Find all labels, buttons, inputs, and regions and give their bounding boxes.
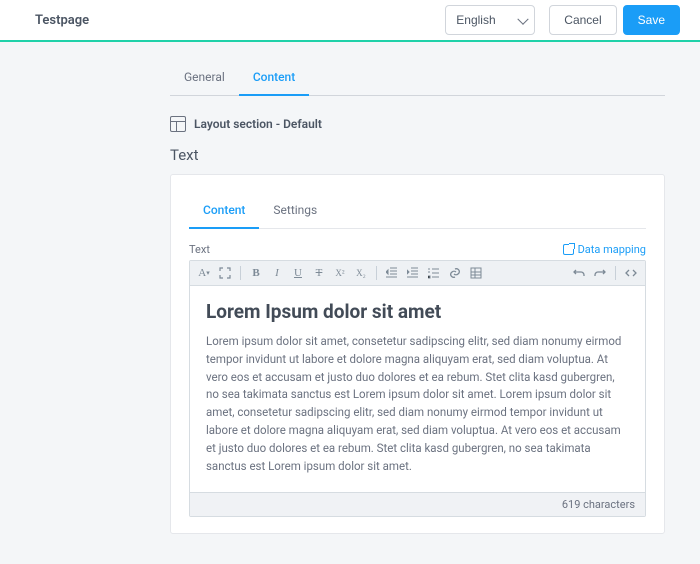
editor-footer: 619 characters [190,492,645,516]
underline-icon[interactable]: U [292,267,304,279]
field-label: Text [189,243,210,256]
tab-content[interactable]: Content [239,60,309,96]
layout-icon [170,116,186,132]
card-tab-content[interactable]: Content [189,193,259,229]
page-tabs: General Content [170,60,665,96]
content-paragraph: Lorem ipsum dolor sit amet, consetetur s… [206,333,629,476]
section-head: Layout section - Default [170,116,665,132]
data-mapping-link[interactable]: Data mapping [563,243,646,256]
strike-icon[interactable]: T [313,267,325,279]
redo-icon[interactable] [594,267,606,279]
indent-increase-icon[interactable] [407,267,419,279]
card-tabs: Content Settings [189,193,646,229]
external-link-icon [563,244,574,255]
content-heading: Lorem Ipsum dolor sit amet [206,300,629,323]
page-title: Testpage [35,13,89,28]
source-icon[interactable] [625,267,637,279]
indent-decrease-icon[interactable] [386,267,398,279]
editor-body[interactable]: Lorem Ipsum dolor sit amet Lorem ipsum d… [190,286,645,492]
cancel-button[interactable]: Cancel [549,5,616,35]
link-icon[interactable] [449,267,461,279]
widget-label: Text [170,146,665,164]
bold-icon[interactable]: B [250,267,262,279]
font-icon[interactable]: A▾ [198,267,210,279]
header: Testpage English Cancel Save [0,0,700,42]
section-title: Layout section - Default [194,117,322,131]
subscript-icon[interactable]: X₂ [355,267,367,279]
editor-toolbar: A▾ B I U T X² X₂ [190,261,645,286]
italic-icon[interactable]: I [271,267,283,279]
char-count: 619 characters [562,498,635,511]
language-select[interactable]: English [445,5,535,35]
save-button[interactable]: Save [623,5,680,35]
text-widget-card: Content Settings Text Data mapping A▾ B [170,174,665,534]
superscript-icon[interactable]: X² [334,267,346,279]
undo-icon[interactable] [573,267,585,279]
list-ordered-icon[interactable] [428,267,440,279]
tab-general[interactable]: General [170,60,239,96]
table-icon[interactable] [470,267,482,279]
card-tab-settings[interactable]: Settings [259,193,331,229]
expand-icon[interactable] [219,267,231,279]
rich-text-editor: A▾ B I U T X² X₂ [189,260,646,517]
